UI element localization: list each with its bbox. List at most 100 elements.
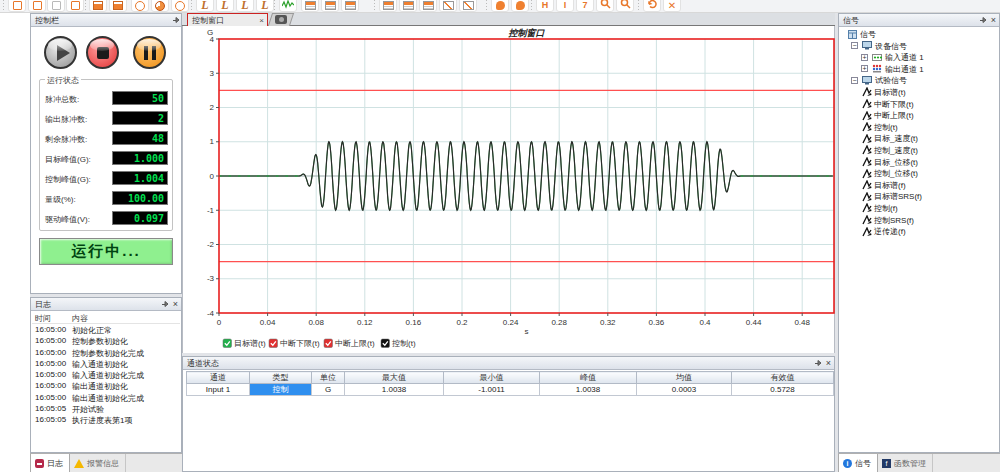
print-toolbar-button[interactable]	[89, 0, 107, 12]
channel-cell: G	[312, 384, 345, 396]
svg-text:中断下限(t): 中断下限(t)	[280, 339, 320, 348]
stop-icon	[97, 47, 109, 59]
tree-node-试验信号[interactable]: −试验信号	[840, 74, 998, 86]
chart-2-toolbar-button[interactable]	[459, 0, 477, 12]
tree-node-逆传递(f)[interactable]: 逆传递(f)	[840, 225, 998, 237]
view-1-toolbar-button[interactable]	[379, 0, 397, 12]
log-row[interactable]: 16:05:05执行进度表第1项	[32, 415, 180, 426]
fit-page-toolbar-button[interactable]: 7	[576, 0, 594, 12]
save-toolbar-button[interactable]	[47, 0, 65, 12]
link-1-toolbar-button[interactable]	[491, 0, 509, 12]
channel-col-header[interactable]: 通道	[187, 372, 250, 384]
clock-toolbar-button[interactable]	[171, 0, 189, 12]
log-row[interactable]: 16:05:05开始试验	[32, 404, 180, 415]
level-2-toolbar-button[interactable]: L	[216, 0, 234, 12]
link-2-toolbar-button[interactable]	[511, 0, 529, 12]
table-2-toolbar-button[interactable]	[321, 0, 339, 12]
tree-expander[interactable]: +	[861, 54, 868, 61]
pin-icon[interactable]	[170, 15, 181, 26]
tree-node-目标_位移(t)[interactable]: 目标_位移(t)	[840, 156, 998, 168]
schedule-toolbar-button[interactable]	[151, 0, 169, 12]
close-icon[interactable]: ×	[170, 299, 181, 310]
close-toolbar-button[interactable]: ✕	[663, 0, 681, 12]
center-horizontal-splitter[interactable]	[182, 353, 835, 356]
tree-node-目标谱SRS(f)[interactable]: 目标谱SRS(f)	[840, 190, 998, 202]
signal-tab-func[interactable]: f函数管理	[878, 454, 933, 472]
tab-control-window[interactable]: 控制窗口 ×	[187, 13, 268, 26]
signal-icon	[862, 111, 871, 120]
pin-icon[interactable]	[812, 358, 823, 369]
legend-checkbox-1[interactable]	[269, 339, 278, 348]
log-row[interactable]: 16:05:00初始化正常	[32, 325, 180, 336]
tree-node-控制(t)[interactable]: 控制(t)	[840, 121, 998, 133]
log-row[interactable]: 16:05:00控制参数初始化	[32, 336, 180, 347]
level-3-toolbar-button[interactable]: L	[236, 0, 254, 12]
channel-col-header[interactable]: 有效值	[732, 372, 834, 384]
zoom-out-toolbar-button[interactable]	[616, 0, 634, 12]
pause-button[interactable]	[133, 36, 166, 69]
log-row[interactable]: 16:05:00输出通道初始化	[32, 381, 180, 392]
print-preview-toolbar-button[interactable]	[109, 0, 127, 12]
play-button[interactable]	[44, 36, 77, 69]
tree-root-signal[interactable]: 信号	[840, 28, 998, 40]
tab-close-icon[interactable]: ×	[259, 16, 267, 25]
pin-icon[interactable]	[159, 299, 170, 310]
log-row[interactable]: 16:05:00输入通道初始化	[32, 359, 180, 370]
tree-node-中断下限(t)[interactable]: 中断下限(t)	[840, 98, 998, 110]
tree-node-控制SRS(f)[interactable]: 控制SRS(f)	[840, 214, 998, 226]
legend-checkbox-2[interactable]	[324, 339, 333, 348]
table-3-toolbar-button[interactable]	[341, 0, 359, 12]
stop-button[interactable]	[86, 36, 119, 69]
channel-col-header[interactable]: 类型	[250, 372, 312, 384]
log-tab-log[interactable]: 日志	[30, 454, 70, 472]
tree-node-目标谱(t)[interactable]: 目标谱(t)	[840, 86, 998, 98]
tree-node-输出通道 1[interactable]: +输出通道 1	[840, 63, 998, 75]
tree-node-中断上限(t)[interactable]: 中断上限(t)	[840, 109, 998, 121]
info-icon: i	[843, 459, 852, 468]
chart-1-toolbar-button[interactable]	[439, 0, 457, 12]
legend-checkbox-3[interactable]	[381, 339, 390, 348]
legend-checkbox-0[interactable]	[223, 339, 232, 348]
channel-col-header[interactable]: 均值	[637, 372, 732, 384]
table-1-toolbar-button[interactable]	[301, 0, 319, 12]
view-3-toolbar-button[interactable]	[419, 0, 437, 12]
fit-horizontal-toolbar-button[interactable]: H	[536, 0, 554, 12]
print-icon	[93, 1, 103, 10]
pin-icon[interactable]	[977, 15, 988, 26]
fit-vertical-toolbar-button[interactable]: I	[556, 0, 574, 12]
level-1-toolbar-button[interactable]: L	[196, 0, 214, 12]
channel-col-header[interactable]: 最小值	[444, 372, 540, 384]
tree-node-输入通道 1[interactable]: +输入通道 1	[840, 51, 998, 63]
tree-expander[interactable]: −	[851, 77, 858, 84]
new-toolbar-button[interactable]	[8, 0, 26, 12]
signal-tab-info[interactable]: i信号	[838, 454, 878, 472]
zoom-in-toolbar-button[interactable]	[596, 0, 614, 12]
channel-col-header[interactable]: 单位	[312, 372, 345, 384]
tree-node-控制_速度(t)[interactable]: 控制_速度(t)	[840, 144, 998, 156]
waveform-toolbar-button[interactable]	[279, 0, 297, 12]
log-row[interactable]: 16:05:00输入通道初始化完成	[32, 370, 180, 381]
channel-row[interactable]: Input 1控制G1.0038-1.00111.00380.00030.572…	[187, 384, 834, 396]
refresh-toolbar-button[interactable]	[643, 0, 661, 12]
channel-col-header[interactable]: 最大值	[345, 372, 444, 384]
channel-col-header[interactable]: 峰值	[540, 372, 637, 384]
open-toolbar-button[interactable]	[28, 0, 46, 12]
close-icon[interactable]: ×	[823, 358, 834, 369]
tree-node-控制(f)[interactable]: 控制(f)	[840, 202, 998, 214]
tree-node-控制_位移(t)[interactable]: 控制_位移(t)	[840, 167, 998, 179]
tree-expander[interactable]: +	[861, 65, 868, 72]
log-tab-warning[interactable]: 报警信息	[70, 454, 126, 472]
gauge-toolbar-button[interactable]	[131, 0, 149, 12]
control-window-chart[interactable]: 控制窗口G43210-1-2-3-400.040.080.120.160.20.…	[183, 26, 836, 353]
save-all-toolbar-button[interactable]	[66, 0, 84, 12]
tree-node-目标_速度(t)[interactable]: 目标_速度(t)	[840, 132, 998, 144]
tree-node-目标谱(f)[interactable]: 目标谱(f)	[840, 179, 998, 191]
level-edit-toolbar-button[interactable]: L	[256, 0, 274, 12]
log-row[interactable]: 16:05:00控制参数初始化完成	[32, 348, 180, 359]
close-icon[interactable]: ×	[988, 15, 999, 26]
tree-expander[interactable]: −	[851, 42, 858, 49]
log-row[interactable]: 16:05:00输出通道初始化完成	[32, 393, 180, 404]
tree-node-设备信号[interactable]: −设备信号	[840, 40, 998, 52]
view-2-toolbar-button[interactable]	[399, 0, 417, 12]
horizontal-splitter[interactable]	[30, 294, 182, 297]
